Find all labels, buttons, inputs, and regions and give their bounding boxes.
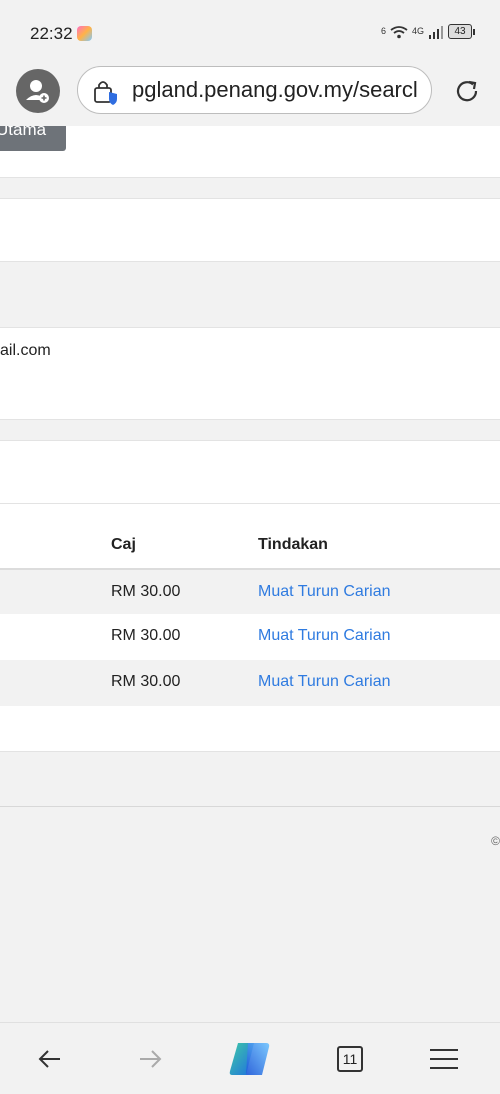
email-row: ail.com [0,327,500,420]
profile-button[interactable] [16,69,60,113]
browser-toolbar: pgland.penang.gov.my/searcl [0,62,500,126]
tab-count-badge: 11 [337,1046,363,1072]
download-search-link[interactable]: Muat Turun Carian [258,673,391,691]
back-to-main-label: Utama [0,126,47,139]
status-time: 22:32 [30,24,73,43]
column-header-tindakan: Tindakan [258,536,328,553]
form-row [0,198,500,262]
download-search-link[interactable]: Muat Turun Carian [258,627,391,645]
back-button[interactable] [34,1043,66,1075]
web-page-content: Utama ail.com Caj Tindakan RM 30.00 Muat… [0,126,500,1022]
copyright-text: © [491,834,500,848]
back-to-main-button[interactable]: Utama [0,126,66,151]
info-row [0,440,500,504]
tabs-button[interactable]: 11 [334,1043,366,1075]
reload-button[interactable] [452,76,482,106]
arrow-right-icon [140,1050,162,1068]
wifi-icon [390,25,408,38]
site-security-icon[interactable] [92,78,120,106]
network-type-label: 4G [411,26,424,36]
charge-cell: RM 30.00 [111,673,181,690]
url-text[interactable]: pgland.penang.gov.my/searcl [132,77,418,103]
email-value: ail.com [0,342,51,359]
copilot-icon [229,1043,270,1075]
copilot-button[interactable] [228,1039,272,1079]
forward-button[interactable] [134,1043,166,1075]
sim-label: 6 [380,26,386,36]
address-bar[interactable]: pgland.penang.gov.my/searcl [77,66,432,114]
menu-button[interactable] [428,1043,460,1075]
battery-indicator: 43 [448,24,475,39]
browser-bottom-nav: 11 [0,1022,500,1094]
hamburger-menu-icon [430,1049,458,1069]
status-bar: 22:32 6 4G 43 [0,0,500,62]
footer-divider [0,806,500,807]
arrow-left-icon [38,1050,60,1068]
reload-icon [456,80,478,102]
section-header-band: Utama [0,126,500,178]
table-row: RM 30.00 Muat Turun Carian [0,614,500,660]
table-row: RM 30.00 Muat Turun Carian [0,568,500,614]
column-header-caj: Caj [111,536,136,553]
charge-cell: RM 30.00 [111,627,181,644]
table-footer-row [0,706,500,752]
status-icons: 6 4G 43 [380,24,475,39]
notification-app-icon [77,26,92,41]
table-row: RM 30.00 Muat Turun Carian [0,660,500,706]
table-header-row: Caj Tindakan [0,504,500,568]
charge-cell: RM 30.00 [111,583,181,600]
add-profile-icon [26,80,49,103]
signal-icon [429,25,443,39]
download-search-link[interactable]: Muat Turun Carian [258,583,391,601]
